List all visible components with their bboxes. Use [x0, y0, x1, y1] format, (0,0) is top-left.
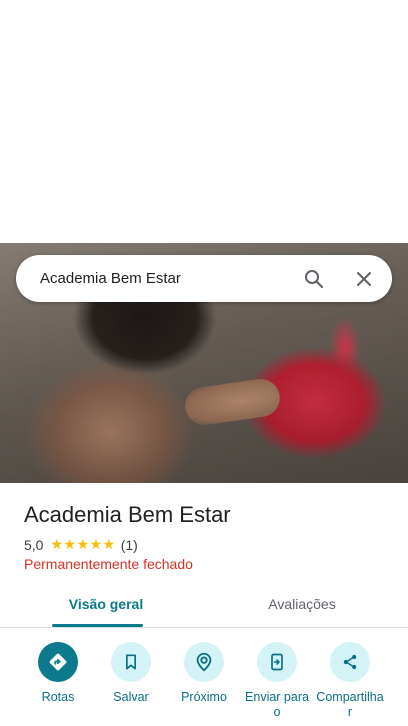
nearby-icon — [184, 642, 224, 682]
search-bar[interactable]: Academia Bem Estar — [16, 255, 392, 302]
tab-overview[interactable]: Visão geral — [24, 596, 188, 612]
share-label: Compartilhar — [316, 690, 384, 719]
directions-icon — [38, 642, 78, 682]
save-button[interactable]: Salvar — [96, 642, 166, 705]
tab-divider — [0, 627, 408, 628]
place-title: Academia Bem Estar — [24, 502, 231, 527]
nearby-button[interactable]: Próximo — [169, 642, 239, 705]
directions-label: Rotas — [41, 690, 75, 704]
rating-value: 5,0 — [24, 536, 44, 553]
search-icon[interactable] — [302, 267, 326, 291]
share-icon — [330, 642, 370, 682]
send-to-phone-button[interactable]: Enviar para o — [242, 642, 312, 720]
nearby-label: Próximo — [181, 690, 227, 704]
save-label: Salvar — [113, 690, 149, 704]
send-to-phone-label: Enviar para o — [245, 690, 309, 719]
action-bar: Rotas Salvar Próximo Enviar para o Compa… — [0, 642, 408, 726]
close-icon[interactable] — [352, 267, 376, 291]
review-count: (1) — [120, 536, 138, 553]
status-badge: Permanentemente fechado — [24, 556, 193, 572]
bookmark-icon — [111, 642, 151, 682]
rating-stars: ★★★★★ — [50, 536, 116, 552]
share-button[interactable]: Compartilhar — [315, 642, 385, 720]
search-query[interactable]: Academia Bem Estar — [40, 270, 181, 287]
send-to-phone-icon — [257, 642, 297, 682]
rating-row[interactable]: 5,0 ★★★★★ (1) — [24, 536, 138, 553]
directions-button[interactable]: Rotas — [23, 642, 93, 705]
tab-reviews[interactable]: Avaliações — [216, 596, 388, 612]
